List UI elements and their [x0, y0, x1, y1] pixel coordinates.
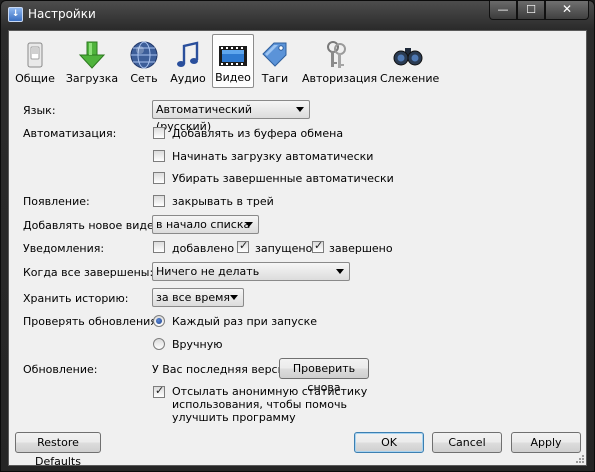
caption-buttons: — ☐ ✕ [489, 1, 589, 21]
tab-label: Видео [215, 71, 251, 84]
autostart-option-label: Начинать загрузку автоматически [172, 150, 374, 163]
check-updates-label: Проверять обновления: [23, 315, 161, 328]
cancel-button[interactable]: Cancel [432, 432, 502, 453]
language-select[interactable]: Автоматический (русский) [152, 100, 310, 133]
add-video-select[interactable]: в начало списка [152, 215, 259, 234]
history-label: Хранить историю: [23, 292, 129, 305]
close-button[interactable]: ✕ [545, 1, 589, 20]
notify-started-checkbox[interactable] [237, 239, 249, 253]
restore-defaults-button[interactable]: Restore Defaults [15, 432, 101, 468]
when-done-select[interactable]: Ничего не делать [152, 262, 350, 281]
tab-network[interactable]: Сеть [125, 34, 163, 88]
add-video-select-value: в начало списка [156, 218, 251, 231]
update-status: У Вас последняя версия [152, 363, 292, 376]
switch-icon [27, 42, 43, 68]
tab-tags[interactable]: Таги [258, 34, 292, 88]
clipboard-checkbox[interactable] [153, 127, 165, 139]
tab-tracking[interactable]: Слежение [380, 34, 440, 88]
statistics-label: Отсылать анонимную статистику использова… [172, 385, 367, 424]
keys-icon [327, 41, 346, 68]
download-arrow-icon [78, 41, 106, 69]
notify-added-checkbox[interactable] [153, 241, 165, 253]
binoculars-icon [393, 48, 423, 66]
language-label: Язык: [23, 104, 56, 117]
update-on-start-radio[interactable] [153, 315, 165, 327]
chevron-down-icon [296, 107, 304, 112]
appearance-label: Появление: [23, 195, 90, 208]
tab-authorization[interactable]: Авторизация [302, 34, 378, 88]
statistics-line: улучшить программу [172, 411, 296, 424]
ok-button[interactable]: OK [354, 432, 424, 453]
tab-label: Аудио [170, 72, 206, 85]
settings-window: ↓ Настройки — ☐ ✕ Общие Загрузка Сеть Ау… [0, 0, 595, 472]
resize-grip-icon[interactable] [575, 454, 585, 464]
tab-audio[interactable]: Аудио [167, 34, 209, 88]
tab-label: Слежение [380, 72, 440, 85]
settings-toolbar: Общие Загрузка Сеть Аудио Видео Таги Авт… [9, 31, 586, 93]
history-select[interactable]: за все время [152, 288, 244, 307]
update-manual-label: Вручную [172, 338, 223, 351]
dialog-body: Общие Загрузка Сеть Аудио Видео Таги Авт… [8, 30, 587, 468]
update-manual-radio[interactable] [153, 338, 165, 350]
statistics-checkbox[interactable] [153, 384, 165, 398]
update-on-start-label: Каждый раз при запуске [172, 315, 318, 328]
chevron-down-icon [230, 295, 238, 300]
check-again-button[interactable]: Проверить снова [279, 358, 369, 394]
add-video-label: Добавлять новое видео: [23, 219, 165, 232]
film-icon [219, 46, 247, 66]
apply-button[interactable]: Apply [511, 432, 581, 453]
tag-icon [262, 42, 287, 67]
statistics-line: использования, чтобы помочь [172, 398, 347, 411]
tab-label: Загрузка [65, 72, 119, 85]
when-done-select-value: Ничего не делать [156, 265, 260, 278]
tray-option-label: закрывать в трей [172, 195, 274, 208]
autoremove-checkbox[interactable] [153, 172, 165, 184]
minimize-button[interactable]: — [489, 1, 517, 20]
globe-icon [130, 41, 158, 69]
notify-finished-checkbox[interactable] [312, 239, 324, 253]
app-icon: ↓ [8, 7, 23, 22]
autostart-checkbox[interactable] [153, 150, 165, 162]
title-bar[interactable]: ↓ Настройки — ☐ ✕ [1, 1, 594, 29]
notify-finished-label: завершено [329, 242, 393, 255]
statistics-line: Отсылать анонимную статистику [172, 385, 368, 398]
tray-checkbox[interactable] [153, 195, 165, 207]
automation-label: Автоматизация: [23, 127, 117, 140]
tab-general[interactable]: Общие [14, 34, 56, 88]
autoremove-option-label: Убирать завершенные автоматически [172, 172, 394, 185]
clipboard-option-label: Добавлять из буфера обмена [172, 127, 344, 140]
tab-download[interactable]: Загрузка [64, 34, 120, 88]
notify-started-label: запущено [255, 242, 313, 255]
chevron-down-icon [336, 269, 344, 274]
tab-label: Таги [261, 72, 289, 85]
tab-video[interactable]: Видео [212, 34, 254, 88]
history-select-value: за все время [156, 291, 231, 304]
window-title: Настройки [28, 7, 96, 21]
music-note-icon [177, 41, 199, 67]
notifications-label: Уведомления: [23, 242, 105, 255]
tab-label: Общие [15, 72, 55, 85]
update-label: Обновление: [23, 363, 98, 376]
notify-added-label: добавлено [172, 242, 235, 255]
when-done-label: Когда все завершены: [23, 266, 154, 279]
chevron-down-icon [245, 222, 253, 227]
tab-label: Авторизация [302, 72, 378, 85]
tab-label: Сеть [130, 72, 158, 85]
maximize-button[interactable]: ☐ [517, 1, 545, 20]
